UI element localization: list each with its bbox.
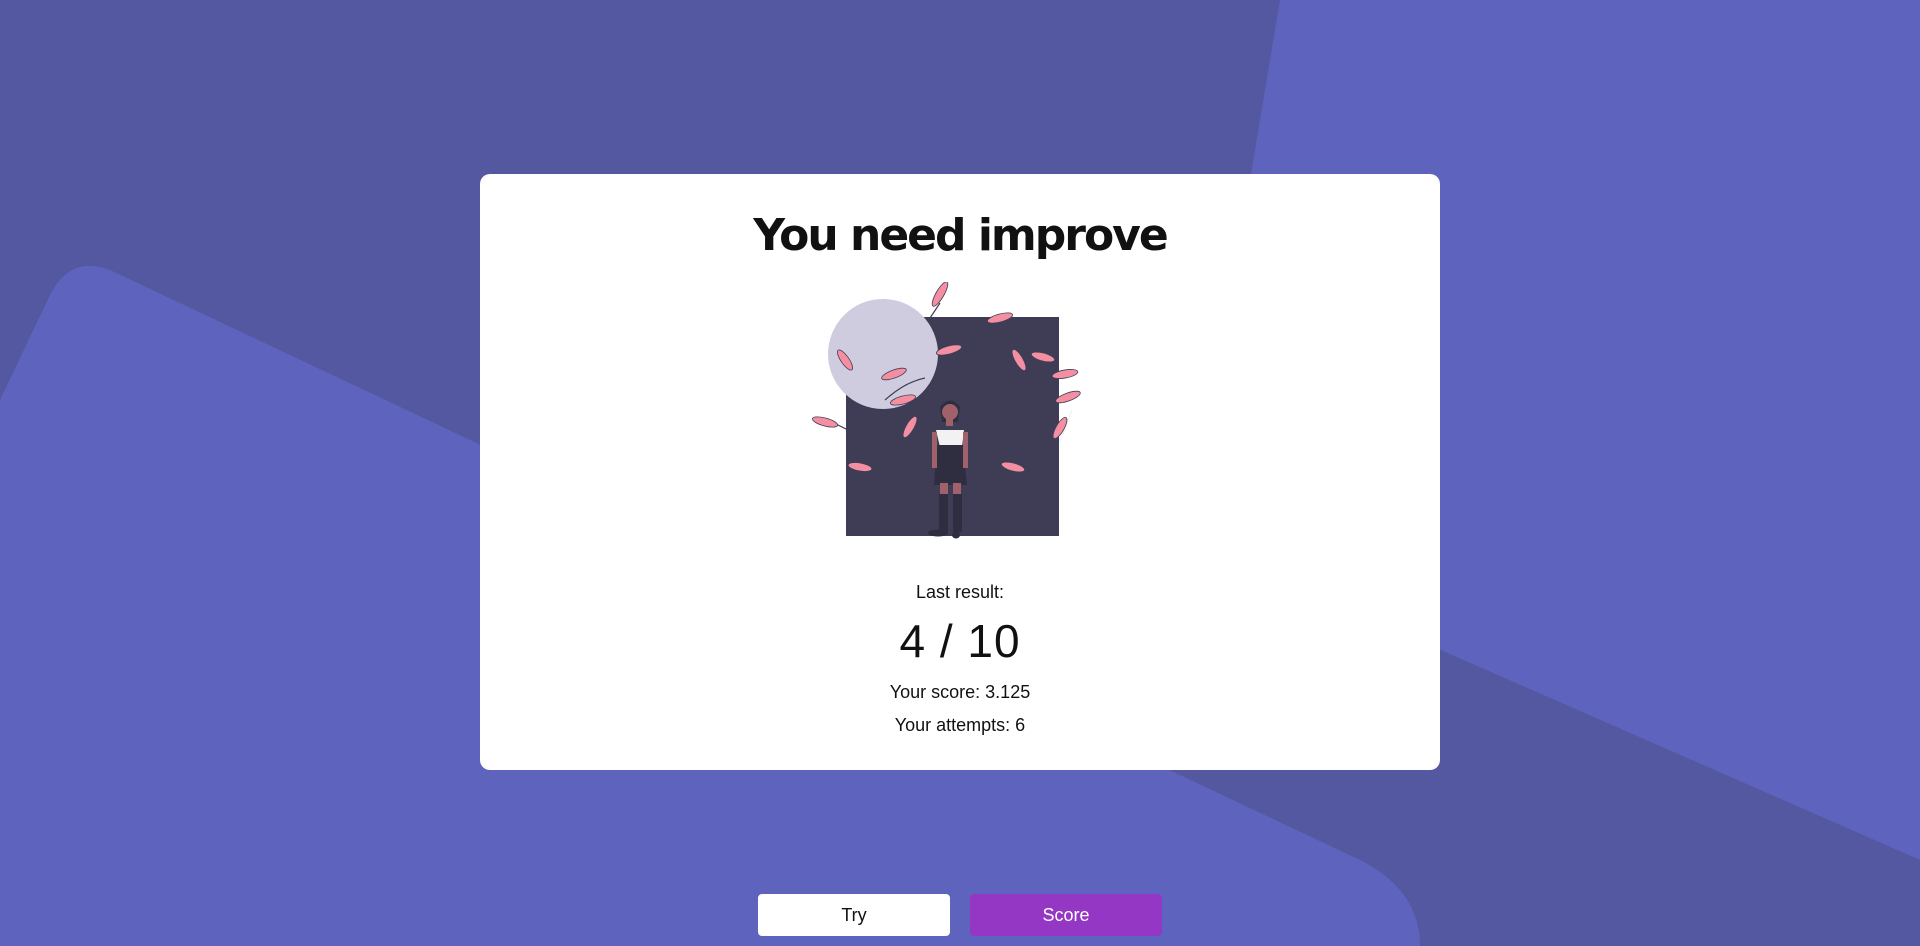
- result-value: 4 / 10: [899, 615, 1021, 667]
- result-title: You need improve: [753, 210, 1168, 261]
- attempts-text: Your attempts: 6: [894, 715, 1026, 735]
- last-result-label: Last result:: [915, 582, 1005, 602]
- try-button[interactable]: Try: [758, 894, 950, 936]
- result-card: You need improve Last result: 4 / 10 You…: [480, 174, 1440, 770]
- score-text: Your score: 3.125: [889, 682, 1031, 702]
- score-button[interactable]: Score: [970, 894, 1162, 936]
- woman-leaves-illustration: [812, 282, 1081, 539]
